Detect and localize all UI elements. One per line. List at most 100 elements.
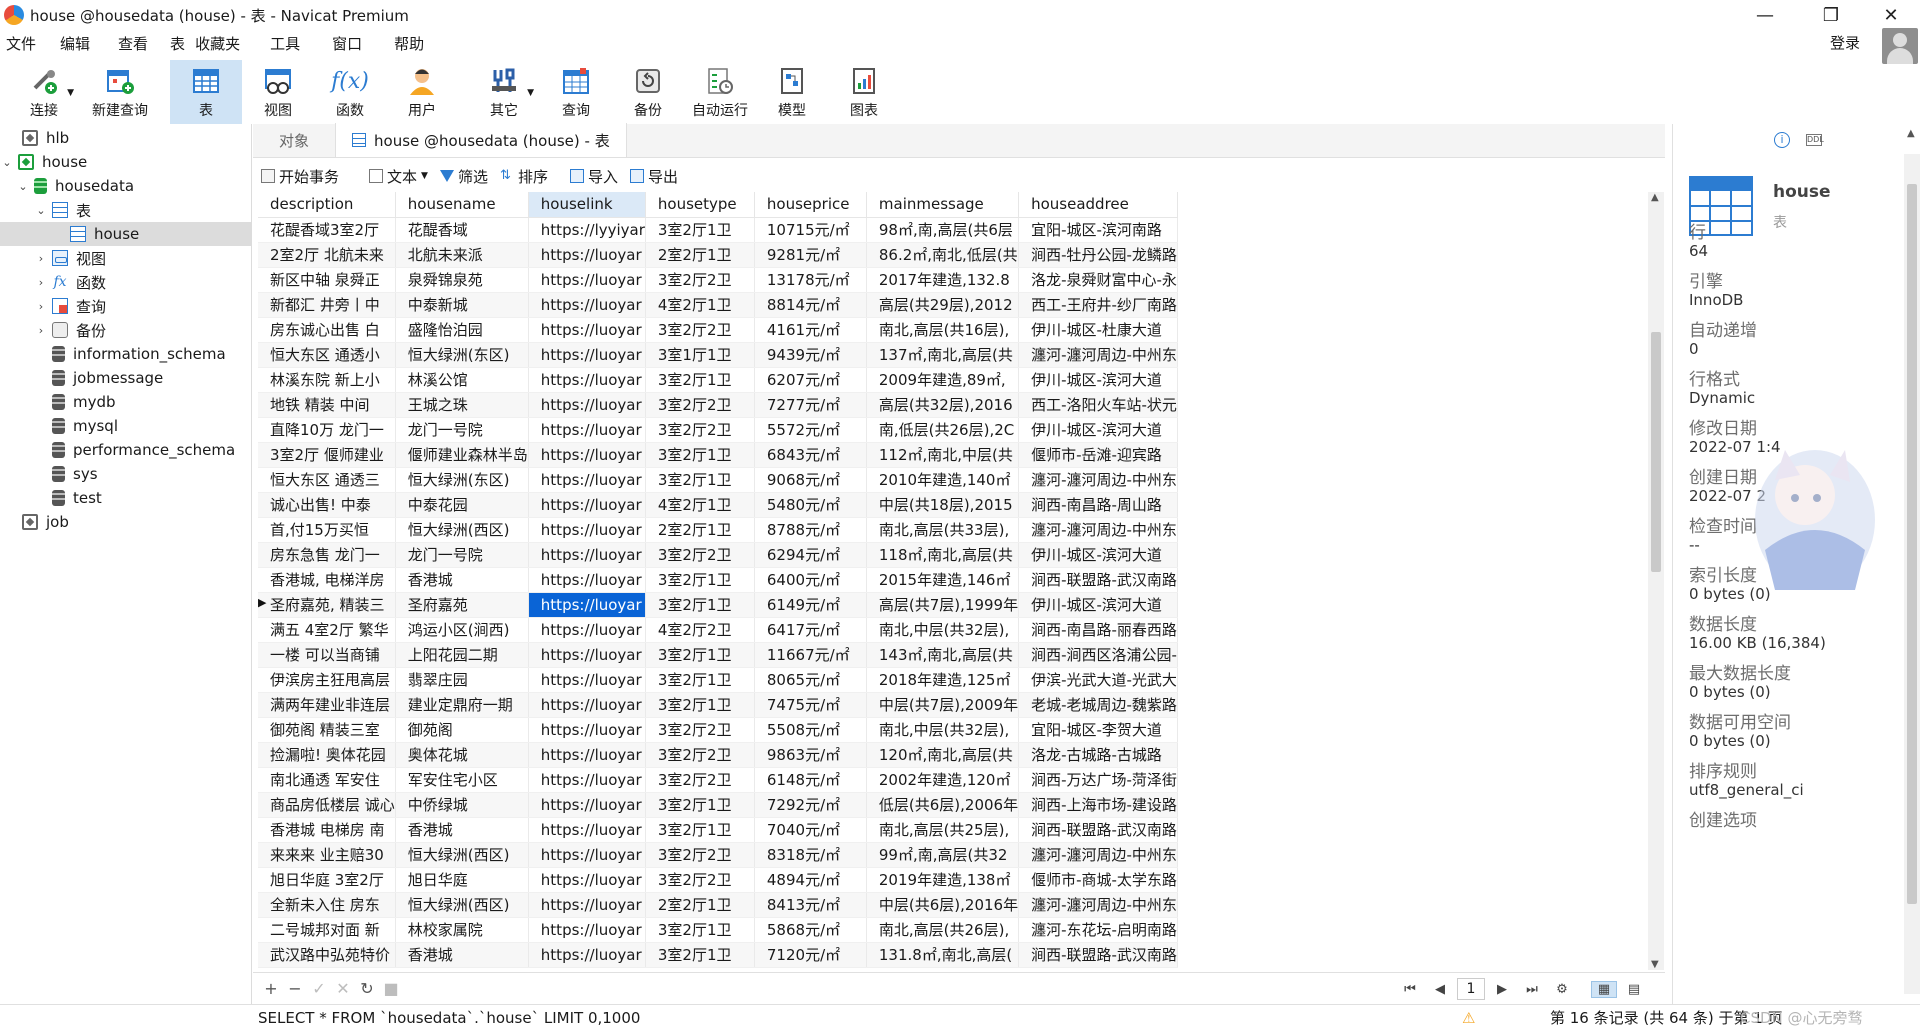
cell-description[interactable]: 商品房低楼层 诚心 (258, 792, 396, 818)
cell-mainmessage[interactable]: 南北,中层(共32层), (866, 717, 1020, 743)
column-header-description[interactable]: description (258, 192, 396, 218)
cell-housename[interactable]: 中侨绿城 (395, 792, 529, 818)
begin-transaction-button[interactable]: 开始事务 (253, 160, 345, 192)
cell-housename[interactable]: 奥体花城 (395, 742, 529, 768)
cell-houselink[interactable]: https://luoyar (528, 617, 646, 643)
cell-houseaddree[interactable]: 伊川-城区-滨河大道 (1018, 367, 1178, 393)
cell-description[interactable]: 恒大东区 通透三 (258, 467, 396, 493)
cell-houselink[interactable]: https://luoyar (528, 592, 646, 618)
cell-houseprice[interactable]: 11667元/㎡ (754, 642, 867, 668)
cell-housetype[interactable]: 3室2厅1卫 (645, 792, 755, 818)
cell-housename[interactable]: 偃师建业森林半岛 (395, 442, 529, 468)
cell-mainmessage[interactable]: 112㎡,南北,中层(共 (866, 442, 1020, 468)
cell-housename[interactable]: 花醍香域 (395, 217, 529, 243)
cell-houselink[interactable]: https://luoyar (528, 542, 646, 568)
cell-housetype[interactable]: 3室2厅1卫 (645, 592, 755, 618)
cell-houseaddree[interactable]: 涧西-牡丹公园-龙鳞路 (1018, 242, 1178, 268)
cell-description[interactable]: 房东诚心出售 白 (258, 317, 396, 343)
cell-housename[interactable]: 御苑阁 (395, 717, 529, 743)
tree-queries-folder[interactable]: › 查询 (34, 294, 106, 318)
cell-housename[interactable]: 翡翠庄园 (395, 667, 529, 693)
table-row[interactable]: 新都汇 井旁丨中 中泰新城 https://luoyar 4室2厅1卫 8814元/㎡高… (258, 292, 1178, 318)
dropdown-arrow-icon[interactable]: ▼ (421, 171, 428, 181)
cell-houseaddree[interactable]: 涧西-联盟路-武汉南路 (1018, 567, 1178, 593)
cell-houselink[interactable]: https://luoyar (528, 792, 646, 818)
cell-houseaddree[interactable]: 洛龙-泉舜财富中心-永 (1018, 267, 1178, 293)
cell-housename[interactable]: 龙门一号院 (395, 417, 529, 443)
scroll-up-icon[interactable]: ▲ (1907, 128, 1915, 139)
cell-housename[interactable]: 建业定鼎府一期 (395, 692, 529, 718)
cell-houseaddree[interactable]: 涧西-上海市场-建设路 (1018, 792, 1178, 818)
table-row[interactable]: 南北通透 军安住 军安住宅小区 https://luoyar 3室2厅2卫 6148元/… (258, 767, 1178, 793)
cell-housetype[interactable]: 2室2厅1卫 (645, 517, 755, 543)
table-row[interactable]: 3室2厅 偃师建业 偃师建业森林半岛 https://luoyar 3室2厅1卫 684… (258, 442, 1178, 468)
tree-backups-folder[interactable]: › 备份 (34, 318, 106, 342)
sort-button[interactable]: ⇅ 排序 (494, 160, 554, 192)
cell-housetype[interactable]: 3室2厅2卫 (645, 717, 755, 743)
other-button[interactable]: 其它 ▼ (468, 60, 540, 124)
cell-housename[interactable]: 泉舜锦泉苑 (395, 267, 529, 293)
cell-houselink[interactable]: https://luoyar (528, 942, 646, 968)
refresh-button[interactable]: ↻ (355, 979, 379, 998)
cell-housetype[interactable]: 3室2厅1卫 (645, 692, 755, 718)
cell-houseprice[interactable]: 6400元/㎡ (754, 567, 867, 593)
cell-houseprice[interactable]: 6417元/㎡ (754, 617, 867, 643)
cell-housetype[interactable]: 3室2厅1卫 (645, 217, 755, 243)
cell-houseprice[interactable]: 9068元/㎡ (754, 467, 867, 493)
cell-housename[interactable]: 圣府嘉苑 (395, 592, 529, 618)
cell-description[interactable]: 地铁 精装 中间 (258, 392, 396, 418)
table-row[interactable]: 恒大东区 通透三 恒大绿洲(东区) https://luoyar 3室2厅1卫 9068… (258, 467, 1178, 493)
cell-housetype[interactable]: 3室2厅2卫 (645, 317, 755, 343)
cell-mainmessage[interactable]: 低层(共6层),2006年 (866, 792, 1020, 818)
page-settings-gear-icon[interactable]: ⚙ (1549, 982, 1575, 997)
cell-housename[interactable]: 香港城 (395, 817, 529, 843)
cell-description[interactable]: 捡漏啦! 奥体花园 (258, 742, 396, 768)
cell-housename[interactable]: 龙门一号院 (395, 542, 529, 568)
tab-objects[interactable]: 对象 (253, 123, 335, 157)
tree-database-housedata[interactable]: ⌄ housedata (16, 174, 134, 198)
backup-button[interactable]: 备份 (612, 60, 684, 124)
grid-vertical-scrollbar[interactable]: ▲ ▼ (1648, 192, 1664, 970)
cell-houseaddree[interactable]: 西工-洛阳火车站-状元 (1018, 392, 1178, 418)
menu-view[interactable]: 查看 (100, 30, 158, 58)
cell-mainmessage[interactable]: 2018年建造,125㎡ (866, 667, 1020, 693)
cell-houseprice[interactable]: 10715元/㎡ (754, 217, 867, 243)
cell-houseaddree[interactable]: 瀍河-东花坛-启明南路 (1018, 917, 1178, 943)
cell-houselink[interactable]: https://luoyar (528, 392, 646, 418)
cell-houselink[interactable]: https://luoyar (528, 717, 646, 743)
cell-housename[interactable]: 中泰花园 (395, 492, 529, 518)
cell-houselink[interactable]: https://luoyar (528, 367, 646, 393)
table-row[interactable]: 一楼 可以当商铺 上阳花园二期 https://luoyar 3室2厅1卫 11667元… (258, 642, 1178, 668)
cell-houselink[interactable]: https://luoyar (528, 892, 646, 918)
cell-mainmessage[interactable]: 南北,高层(共26层), (866, 917, 1020, 943)
cell-description[interactable]: 房东急售 龙门一 (258, 542, 396, 568)
text-button[interactable]: 文本 ▼ (345, 160, 434, 192)
apply-changes-button[interactable]: ✓ (307, 979, 331, 998)
cell-houseaddree[interactable]: 涧西-南昌路-周山路 (1018, 492, 1178, 518)
column-header-houselink[interactable]: houselink (528, 192, 646, 218)
cell-description[interactable]: 直降10万 龙门一 (258, 417, 396, 443)
cell-mainmessage[interactable]: 99㎡,南,高层(共32 (866, 842, 1020, 868)
add-record-button[interactable]: + (259, 979, 283, 998)
cell-housename[interactable]: 林溪公馆 (395, 367, 529, 393)
cell-description[interactable]: 旭日华庭 3室2厅 (258, 867, 396, 893)
menu-tools[interactable]: 工具 (250, 30, 310, 58)
cell-houseprice[interactable]: 4894元/㎡ (754, 867, 867, 893)
cell-houseaddree[interactable]: 宜阳-城区-李贺大道 (1018, 717, 1178, 743)
info-icon[interactable]: i (1774, 132, 1790, 148)
cell-housename[interactable]: 香港城 (395, 567, 529, 593)
cell-description[interactable]: 南北通透 军安住 (258, 767, 396, 793)
minimize-button[interactable]: — (1740, 0, 1790, 30)
cell-houseaddree[interactable]: 涧西-万达广场-菏泽街 (1018, 767, 1178, 793)
delete-record-button[interactable]: − (283, 979, 307, 998)
last-page-icon[interactable]: ⏭ (1519, 982, 1545, 997)
cell-houseprice[interactable]: 4161元/㎡ (754, 317, 867, 343)
menu-table[interactable]: 表 (158, 30, 195, 58)
cell-houseprice[interactable]: 5868元/㎡ (754, 917, 867, 943)
cell-housetype[interactable]: 3室2厅2卫 (645, 767, 755, 793)
cell-houselink[interactable]: https://luoyar (528, 342, 646, 368)
cell-houseprice[interactable]: 9439元/㎡ (754, 342, 867, 368)
discard-changes-button[interactable]: ✕ (331, 979, 355, 998)
table-row[interactable]: 香港城 电梯房 南香港城 https://luoyar 3室2厅1卫 7040元/㎡南… (258, 817, 1178, 843)
cell-description[interactable]: 新都汇 井旁丨中 (258, 292, 396, 318)
